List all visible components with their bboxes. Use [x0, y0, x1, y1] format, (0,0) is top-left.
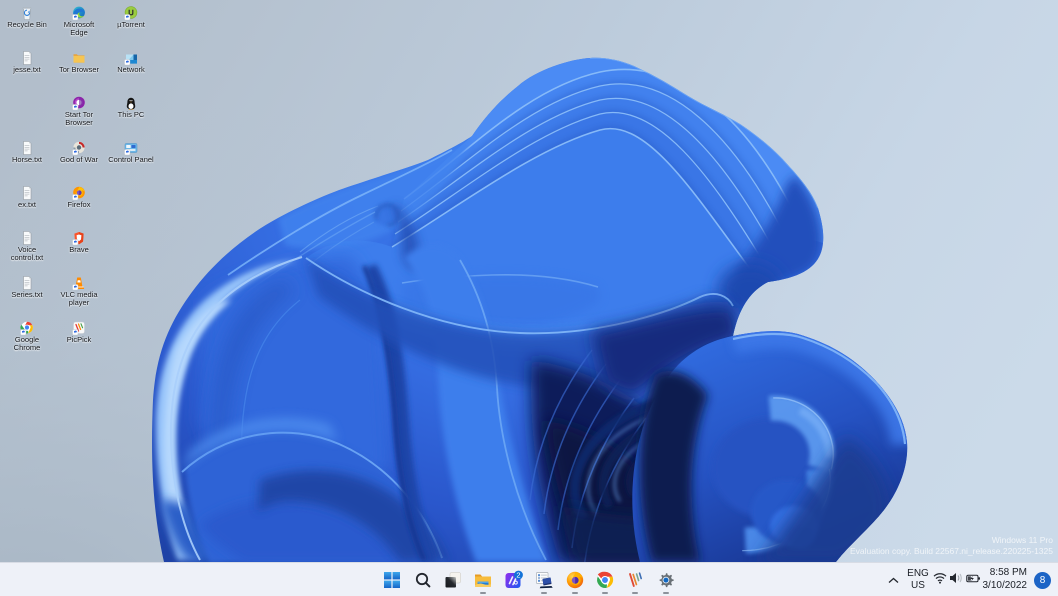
svg-text:2: 2 [516, 570, 520, 579]
